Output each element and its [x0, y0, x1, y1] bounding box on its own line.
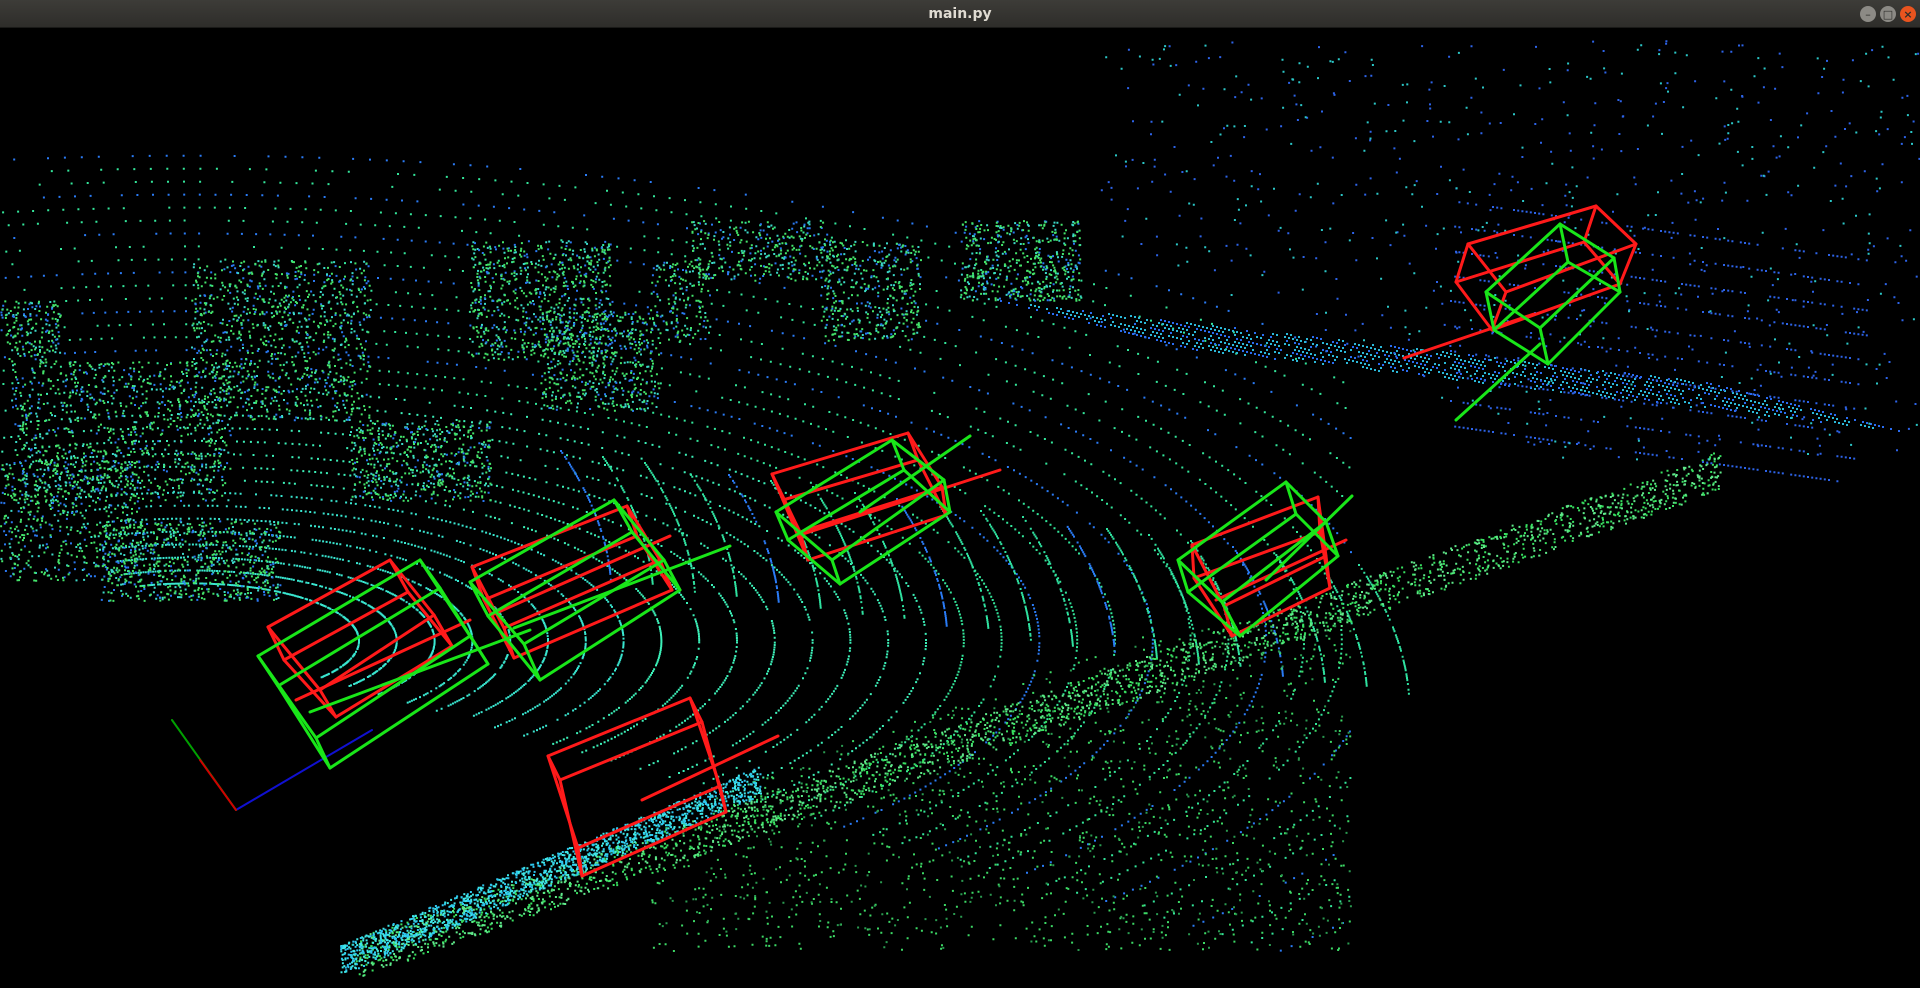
gt-box-5-edge-0	[546, 696, 692, 758]
point-cluster-1	[1, 388, 928, 803]
gt-box-2-edge-6	[512, 588, 674, 660]
pred-box-1-edge-6	[328, 662, 490, 770]
window-controls: – □ ×	[1860, 6, 1916, 22]
predicted-boxes	[256, 222, 1622, 770]
gt-box-6-edge-8	[1454, 242, 1470, 284]
gt-box-4-edge-4	[1192, 530, 1322, 580]
app-window: main.py – □ ×	[0, 0, 1920, 988]
axis-z-line	[235, 729, 373, 811]
pred-box-4-heading	[1264, 494, 1354, 582]
point-cluster-17	[1105, 44, 1918, 461]
gt-box-6-heading	[1402, 312, 1536, 360]
point-cloud	[0, 40, 1920, 977]
3d-viewport[interactable]	[0, 28, 1920, 988]
pred-box-1-edge-9	[418, 558, 442, 590]
gt-box-6-edge-0	[1466, 204, 1598, 246]
gt-box-3-edge-2	[798, 485, 944, 534]
gt-box-3-edge-8	[770, 472, 785, 502]
pred-box-2-edge-3	[468, 580, 526, 646]
gt-box-3	[770, 431, 1002, 562]
pred-box-5-edge-7	[1492, 328, 1550, 366]
point-cluster-9	[651, 622, 1352, 952]
pred-box-1-edge-2	[314, 634, 472, 740]
pred-box-4-edge-0	[1176, 480, 1288, 562]
axis-x-line	[199, 759, 237, 811]
gt-box-6-edge-9	[1582, 204, 1598, 244]
pred-box-3-edge-6	[838, 510, 952, 586]
pred-box-4-edge-7	[1186, 590, 1242, 638]
maximize-icon[interactable]: □	[1880, 6, 1896, 22]
point-cluster-8	[355, 456, 1722, 977]
window-title: main.py	[928, 6, 992, 22]
ground-truth-boxes	[266, 204, 1638, 878]
coordinate-axes	[171, 719, 373, 811]
pred-box-1-edge-11	[314, 736, 332, 770]
gt-box-6-edge-7	[1454, 280, 1494, 332]
close-icon[interactable]: ×	[1900, 6, 1916, 22]
gt-box-1	[266, 558, 472, 719]
point-cluster-6	[1030, 304, 1874, 429]
pred-box-1-edge-7	[276, 684, 332, 770]
pred-box-2-edge-7	[486, 614, 542, 682]
pred-box-1-edge-8	[256, 654, 280, 688]
pred-box-5-edge-6	[1546, 290, 1622, 366]
point-cloud-canvas[interactable]	[0, 28, 1920, 988]
minimize-icon[interactable]: –	[1860, 6, 1876, 22]
point-cluster-11	[340, 766, 762, 974]
title-bar[interactable]: main.py – □ ×	[0, 0, 1920, 28]
gt-box-4-edge-10	[1324, 554, 1332, 590]
point-cluster-5	[1000, 300, 1900, 432]
gt-box-6-edge-1	[1594, 204, 1638, 246]
